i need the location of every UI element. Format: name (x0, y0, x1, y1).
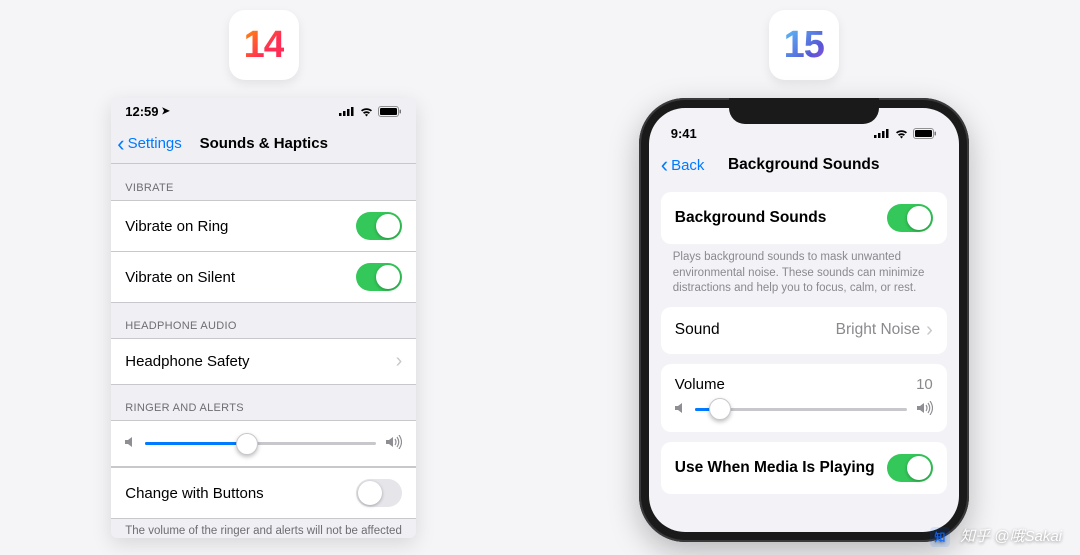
volume-high-icon (386, 435, 402, 452)
sound-value: Bright Noise (836, 321, 920, 339)
group-sound: Sound Bright Noise (661, 307, 947, 354)
volume-high-icon (917, 401, 933, 418)
section-header-vibrate: VIBRATE (111, 164, 416, 200)
ios14-badge-text: 14 (244, 24, 284, 67)
volume-label: Volume (675, 376, 725, 393)
chevron-right-icon (926, 319, 933, 342)
row-label: Sound (675, 321, 720, 339)
chevron-right-icon (396, 350, 403, 373)
wifi-icon (894, 128, 909, 139)
ios15-badge-text: 15 (784, 24, 824, 67)
section-header-ringer: RINGER AND ALERTS (111, 384, 416, 420)
ios15-phone-frame: 9:41 Back (639, 98, 969, 542)
watermark-text: 知乎 @哦Sakai (960, 528, 1062, 545)
ios14-panel: 12:59 ➤ Settings (111, 98, 416, 538)
volume-low-icon (125, 436, 135, 451)
group-media: Use When Media Is Playing (661, 442, 947, 494)
toggle-vibrate-ring[interactable] (356, 212, 402, 240)
row-vibrate-on-ring[interactable]: Vibrate on Ring (111, 200, 416, 252)
ios15-badge: 15 (769, 10, 839, 80)
row-label: Background Sounds (675, 209, 827, 227)
row-vibrate-on-silent[interactable]: Vibrate on Silent (111, 251, 416, 303)
ringer-footer-note: The volume of the ringer and alerts will… (111, 518, 416, 538)
ringer-slider-row (111, 420, 416, 467)
ios14-navbar: Settings Sounds & Haptics (111, 124, 416, 164)
status-time: 12:59 (125, 104, 158, 119)
row-use-when-media[interactable]: Use When Media Is Playing (661, 442, 947, 494)
row-label: Vibrate on Ring (125, 218, 228, 235)
watermark: 知 知乎 @哦Sakai (930, 525, 1062, 547)
ios14-badge: 14 (229, 10, 299, 80)
row-label: Change with Buttons (125, 485, 263, 502)
row-change-with-buttons[interactable]: Change with Buttons (111, 467, 416, 519)
nav-title: Background Sounds (649, 156, 959, 174)
battery-icon (913, 128, 937, 139)
toggle-change-buttons[interactable] (356, 479, 402, 507)
row-headphone-safety[interactable]: Headphone Safety (111, 338, 416, 385)
bg-sounds-note: Plays background sounds to mask unwanted… (649, 244, 959, 297)
ringer-volume-slider[interactable] (145, 442, 376, 445)
ios15-screen: 9:41 Back (649, 108, 959, 532)
signal-icon (874, 128, 890, 138)
bg-volume-slider[interactable] (695, 408, 907, 411)
ios15-navbar: Back Background Sounds (649, 148, 959, 182)
row-label: Use When Media Is Playing (675, 459, 875, 477)
phone-notch (729, 98, 879, 124)
wifi-icon (359, 106, 374, 117)
row-background-sounds[interactable]: Background Sounds (661, 192, 947, 244)
row-label: Vibrate on Silent (125, 269, 235, 286)
row-label: Headphone Safety (125, 353, 249, 370)
group-bg-sounds: Background Sounds (661, 192, 947, 244)
nav-title: Sounds & Haptics (111, 135, 416, 152)
toggle-vibrate-silent[interactable] (356, 263, 402, 291)
toggle-background-sounds[interactable] (887, 204, 933, 232)
volume-low-icon (675, 402, 685, 417)
section-header-headphone: HEADPHONE AUDIO (111, 302, 416, 338)
status-time: 9:41 (671, 126, 697, 141)
volume-value: 10 (916, 376, 933, 393)
ios14-statusbar: 12:59 ➤ (111, 98, 416, 124)
location-icon: ➤ (162, 106, 170, 117)
toggle-use-when-media[interactable] (887, 454, 933, 482)
row-sound[interactable]: Sound Bright Noise (661, 307, 947, 354)
battery-icon (378, 106, 402, 117)
zhihu-logo-icon: 知 (930, 527, 950, 547)
signal-icon (339, 106, 355, 116)
group-volume: Volume 10 (661, 364, 947, 432)
